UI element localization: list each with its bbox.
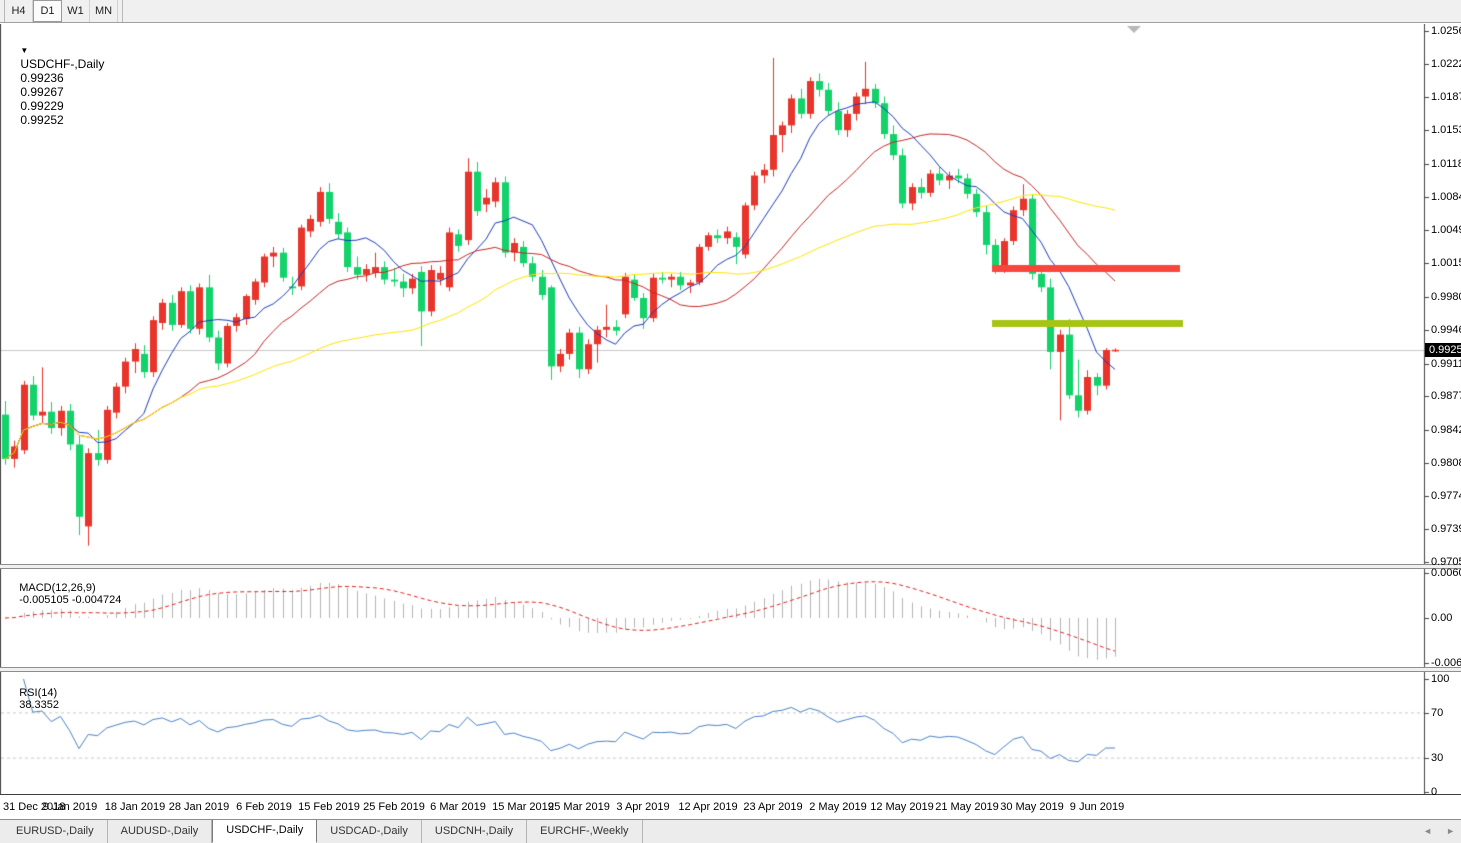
rsi-indicator-label: RSI(14) 38.3352	[7, 675, 59, 723]
date-axis-label: 3 Apr 2019	[616, 801, 670, 813]
date-axis-label: 23 Apr 2019	[743, 801, 803, 813]
macd-axis-label: 0.00	[1431, 612, 1453, 624]
timeframe-button-d1[interactable]: D1	[33, 0, 62, 22]
macd-axis-label: 0.006058	[1431, 567, 1461, 579]
price-axis-label: 1.00150	[1431, 257, 1461, 269]
date-axis-label: 15 Feb 2019	[298, 801, 360, 813]
symbol-tabbar: EURUSD-,Daily AUDUSD-,Daily USDCHF-,Dail…	[0, 819, 1461, 843]
date-axis-label: 21 May 2019	[935, 801, 999, 813]
macd-axis-label: -0.006096	[1431, 657, 1461, 669]
price-axis-label: 0.98080	[1431, 457, 1461, 469]
date-axis-label: 2 May 2019	[809, 801, 867, 813]
macd-values: -0.005105 -0.004724	[19, 594, 122, 606]
ohlc-high: 0.99267	[20, 85, 64, 99]
date-axis-label: 15 Mar 2019	[492, 801, 554, 813]
price-chart-canvas[interactable]	[0, 24, 1430, 564]
price-axis-label: 1.01530	[1431, 124, 1461, 136]
current-price-marker: 0.99252	[1425, 343, 1461, 357]
tab-usdchf-daily[interactable]: USDCHF-,Daily	[212, 820, 318, 843]
price-axis-label: 1.00490	[1431, 224, 1461, 236]
rsi-pane-canvas[interactable]	[0, 672, 1430, 794]
tab-usdcnh-daily[interactable]: USDCNH-,Daily	[422, 820, 528, 843]
price-axis-label: 1.02560	[1431, 25, 1461, 37]
date-axis-label: 6 Feb 2019	[236, 801, 292, 813]
rsi-name: RSI(14)	[19, 687, 58, 699]
tab-scroll-right-icon[interactable]: ►	[1446, 826, 1455, 836]
date-axis-label: 9 Jan 2019	[42, 801, 98, 813]
date-axis[interactable]: 31 Dec 2018 9 Jan 2019 18 Jan 2019 28 Jan 2…	[0, 794, 1461, 820]
price-axis-label: 0.98770	[1431, 390, 1461, 402]
macd-indicator-label: MACD(12,26,9) -0.005105 -0.004724	[7, 570, 121, 618]
ohlc-close: 0.99252	[20, 113, 64, 127]
chart-title: ▼ USDCHF-,Daily 0.99236 0.99267 0.99229 …	[7, 29, 108, 141]
tab-eurchf-weekly[interactable]: EURCHF-,Weekly	[527, 820, 643, 843]
timeframe-button-w1[interactable]: W1	[62, 0, 90, 22]
macd-pane-canvas[interactable]	[0, 569, 1430, 667]
date-axis-label: 18 Jan 2019	[104, 801, 166, 813]
date-axis-label: 12 May 2019	[870, 801, 934, 813]
price-axis-label: 0.97740	[1431, 490, 1461, 502]
chart-title-symbol: USDCHF-,Daily	[20, 57, 105, 71]
rsi-axis-label: 0	[1431, 786, 1438, 798]
tab-eurusd-daily[interactable]: EURUSD-,Daily	[3, 820, 108, 843]
rsi-axis-label: 70	[1431, 707, 1444, 719]
rsi-axis-label: 30	[1431, 752, 1444, 764]
rsi-value: 38.3352	[19, 699, 59, 711]
price-axis-label: 1.00840	[1431, 191, 1461, 203]
price-axis-label: 0.99460	[1431, 324, 1461, 336]
date-axis-label: 25 Mar 2019	[548, 801, 610, 813]
ohlc-low: 0.99229	[20, 99, 64, 113]
tab-scroll-arrows: ◄ ►	[1423, 819, 1455, 842]
ohlc-open: 0.99236	[20, 71, 64, 85]
tab-scroll-left-icon[interactable]: ◄	[1423, 826, 1432, 836]
macd-name: MACD(12,26,9)	[19, 582, 96, 594]
date-axis-label: 28 Jan 2019	[168, 801, 230, 813]
tab-audusd-daily[interactable]: AUDUSD-,Daily	[108, 820, 213, 843]
chart-window: ▼ USDCHF-,Daily 0.99236 0.99267 0.99229 …	[0, 23, 1461, 820]
timeframe-button-h4[interactable]: H4	[5, 0, 33, 22]
price-axis-label: 0.97390	[1431, 523, 1461, 535]
date-axis-label: 6 Mar 2019	[430, 801, 486, 813]
price-axis-label: 0.98420	[1431, 424, 1461, 436]
timeframe-button-mn[interactable]: MN	[90, 0, 118, 22]
date-axis-label: 12 Apr 2019	[678, 801, 738, 813]
date-axis-label: 25 Feb 2019	[363, 801, 425, 813]
price-axis-label: 1.02220	[1431, 58, 1461, 70]
rsi-axis-label: 100	[1431, 673, 1450, 685]
timeframe-toolbar: H4 D1 W1 MN	[0, 0, 1461, 23]
collapse-arrow-icon[interactable]: ▼	[20, 46, 28, 55]
date-axis-label: 9 Jun 2019	[1069, 801, 1125, 813]
price-axis-label: 1.01180	[1431, 158, 1461, 170]
price-axis-label: 1.01870	[1431, 91, 1461, 103]
date-axis-label: 30 May 2019	[1000, 801, 1064, 813]
tab-usdcad-daily[interactable]: USDCAD-,Daily	[317, 820, 422, 843]
price-axis-label: 0.99800	[1431, 291, 1461, 303]
price-axis-label: 0.99110	[1431, 358, 1461, 370]
toolbar-separator	[118, 0, 123, 22]
